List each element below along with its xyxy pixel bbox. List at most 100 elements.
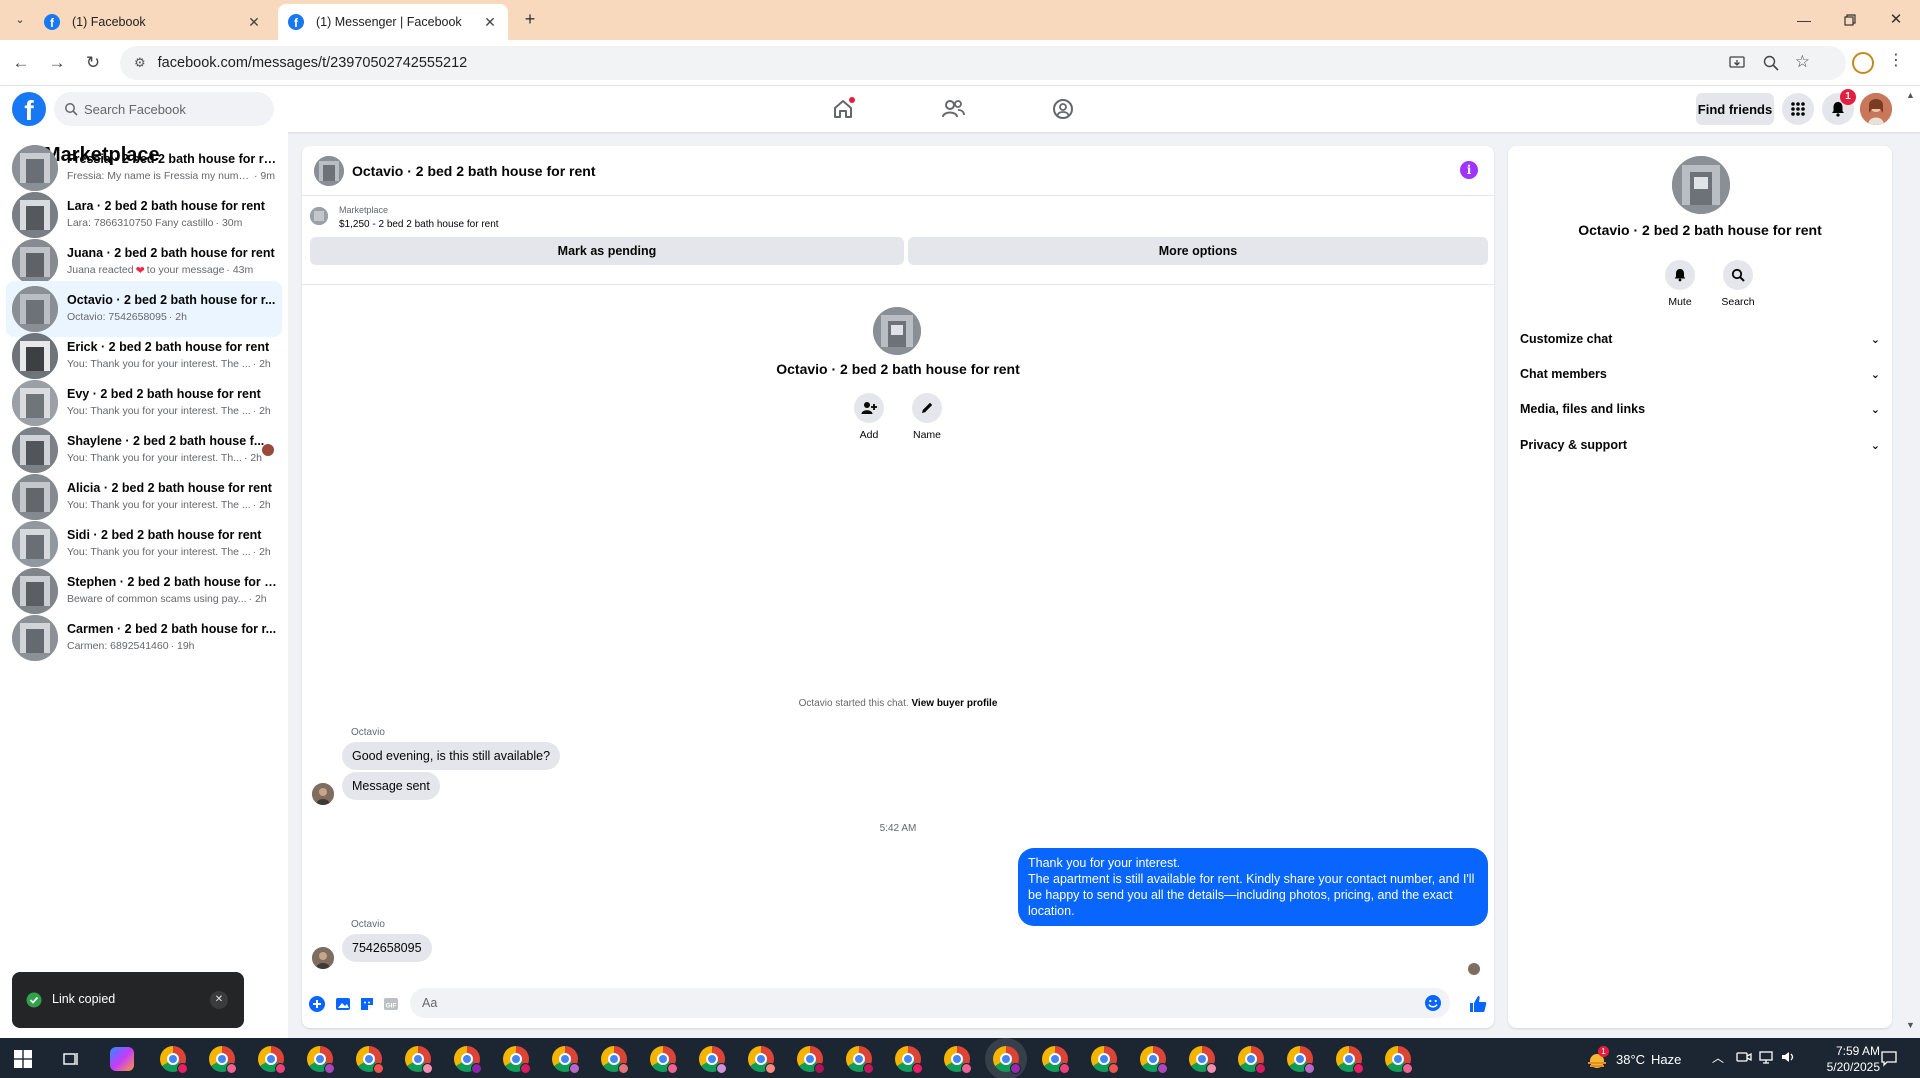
reload-icon[interactable]: ↻ xyxy=(82,52,104,74)
chrome-taskbar-icon[interactable] xyxy=(503,1046,531,1074)
browser-menu-icon[interactable]: ⋮ xyxy=(1888,50,1904,70)
intro-avatar[interactable] xyxy=(873,307,921,355)
photo-icon[interactable] xyxy=(334,995,352,1013)
menu-grid-button[interactable] xyxy=(1782,93,1814,125)
weather-desc: Haze xyxy=(1651,1051,1682,1067)
camera-indicator-icon[interactable] xyxy=(1736,1049,1752,1065)
page-scrollbar[interactable]: ▲ ▼ xyxy=(1904,90,1916,1030)
close-tab-icon[interactable]: ✕ xyxy=(482,14,498,31)
new-tab-icon[interactable]: + xyxy=(520,9,540,29)
friends-nav-icon[interactable] xyxy=(938,94,968,124)
bookmark-star-icon[interactable]: ☆ xyxy=(1795,52,1810,72)
chrome-taskbar-icon[interactable] xyxy=(258,1046,286,1074)
conversation-item[interactable]: Carmen · 2 bed 2 bath house for r... Carm… xyxy=(6,610,282,666)
chrome-taskbar-icon[interactable] xyxy=(895,1046,923,1074)
chrome-taskbar-icon[interactable] xyxy=(209,1046,237,1074)
chrome-taskbar-icon[interactable] xyxy=(160,1046,188,1074)
notifications-button[interactable]: 1 xyxy=(1822,89,1856,125)
clock[interactable]: 7:59 AM 5/20/2025 xyxy=(1800,1043,1880,1075)
sender-avatar[interactable] xyxy=(312,947,334,969)
weather-widget[interactable]: 1 38°C Haze xyxy=(1586,1046,1681,1072)
zoom-icon[interactable] xyxy=(1762,54,1780,72)
chat-members-section[interactable]: Chat members ⌄ xyxy=(1520,359,1880,389)
edit-name-button[interactable]: Name xyxy=(902,393,952,441)
chrome-taskbar-icon[interactable] xyxy=(1238,1046,1266,1074)
chat-avatar[interactable] xyxy=(314,156,344,186)
details-avatar[interactable] xyxy=(1672,156,1730,214)
chat-title[interactable]: Octavio · 2 bed 2 bath house for rent xyxy=(352,163,595,179)
more-options-button[interactable]: More options xyxy=(908,237,1488,265)
chrome-taskbar-icon[interactable] xyxy=(699,1046,727,1074)
groups-nav-icon[interactable] xyxy=(1048,94,1078,124)
back-icon[interactable]: ← xyxy=(10,52,32,74)
tab-messenger[interactable]: f (1) Messenger | Facebook ✕ xyxy=(278,4,508,40)
notification-center-icon[interactable] xyxy=(1880,1049,1898,1067)
listing-thumbnail[interactable] xyxy=(310,207,328,225)
outgoing-message[interactable]: Thank you for your interest. The apartme… xyxy=(1018,848,1488,926)
privacy-support-section[interactable]: Privacy & support ⌄ xyxy=(1520,430,1880,460)
emoji-icon[interactable] xyxy=(1424,994,1442,1012)
chrome-taskbar-icon[interactable] xyxy=(797,1046,825,1074)
chrome-taskbar-icon[interactable] xyxy=(1140,1046,1168,1074)
add-people-button[interactable]: Add xyxy=(844,393,894,441)
customize-chat-section[interactable]: Customize chat ⌄ xyxy=(1520,324,1880,354)
chrome-taskbar-icon[interactable] xyxy=(1287,1046,1315,1074)
site-info-icon[interactable]: ⚙ xyxy=(134,55,146,71)
listing-price-title[interactable]: $1,250 - 2 bed 2 bath house for rent xyxy=(339,219,499,230)
mute-button[interactable]: Mute xyxy=(1655,260,1705,308)
restore-window-icon[interactable] xyxy=(1838,8,1862,32)
chrome-taskbar-icon[interactable] xyxy=(993,1046,1021,1074)
more-actions-icon[interactable] xyxy=(308,995,326,1013)
home-nav-icon[interactable] xyxy=(828,94,858,124)
install-app-icon[interactable] xyxy=(1728,54,1746,72)
chrome-taskbar-icon[interactable] xyxy=(601,1046,629,1074)
chrome-taskbar-icon[interactable] xyxy=(356,1046,384,1074)
show-hidden-icons[interactable]: ︿ xyxy=(1712,1049,1724,1066)
account-avatar[interactable] xyxy=(1860,93,1892,125)
chrome-taskbar-icon[interactable] xyxy=(650,1046,678,1074)
task-view-icon[interactable] xyxy=(62,1050,80,1068)
minimize-window-icon[interactable]: — xyxy=(1792,8,1816,32)
chrome-taskbar-icon[interactable] xyxy=(454,1046,482,1074)
media-files-links-section[interactable]: Media, files and links ⌄ xyxy=(1520,394,1880,424)
sticker-icon[interactable] xyxy=(358,995,376,1013)
profile-icon[interactable] xyxy=(1852,52,1874,74)
tab-facebook[interactable]: f (1) Facebook ✕ xyxy=(34,4,272,40)
view-buyer-profile-link[interactable]: View buyer profile xyxy=(911,698,997,709)
chrome-taskbar-icon[interactable] xyxy=(552,1046,580,1074)
forward-icon[interactable]: → xyxy=(46,52,68,74)
incoming-message[interactable]: 7542658095 xyxy=(342,934,432,962)
chrome-taskbar-icon[interactable] xyxy=(1336,1046,1364,1074)
search-in-chat-button[interactable]: Search xyxy=(1713,260,1763,308)
chrome-taskbar-icon[interactable] xyxy=(1189,1046,1217,1074)
incoming-message[interactable]: Good evening, is this still available? xyxy=(342,742,561,770)
chrome-taskbar-icon[interactable] xyxy=(846,1046,874,1074)
chrome-taskbar-icon[interactable] xyxy=(1385,1046,1413,1074)
find-friends-button[interactable]: Find friends xyxy=(1696,93,1774,125)
volume-icon[interactable] xyxy=(1780,1049,1796,1065)
chrome-taskbar-icon[interactable] xyxy=(748,1046,776,1074)
gif-icon[interactable]: GIF xyxy=(382,995,400,1013)
message-input[interactable]: Aa xyxy=(410,988,1450,1018)
close-toast-button[interactable]: ✕ xyxy=(210,991,228,1009)
info-icon[interactable]: i xyxy=(1460,161,1478,179)
incoming-message[interactable]: Message sent xyxy=(342,772,440,800)
sender-avatar[interactable] xyxy=(312,783,334,805)
like-thumb-icon[interactable] xyxy=(1468,994,1488,1014)
facebook-logo-icon[interactable]: f xyxy=(12,92,46,126)
address-bar[interactable]: ⚙ facebook.com/messages/t/23970502742555… xyxy=(120,46,1846,80)
mark-as-pending-button[interactable]: Mark as pending xyxy=(310,237,904,265)
close-window-icon[interactable]: ✕ xyxy=(1884,8,1908,32)
chrome-taskbar-icon[interactable] xyxy=(1042,1046,1070,1074)
chrome-taskbar-icon[interactable] xyxy=(1091,1046,1119,1074)
conversation-snippet: You: Thank you for your interest. The ..… xyxy=(67,358,251,370)
tab-search-dropdown[interactable]: ⌄ xyxy=(10,10,30,30)
chrome-taskbar-icon[interactable] xyxy=(405,1046,433,1074)
chrome-taskbar-icon[interactable] xyxy=(307,1046,335,1074)
copilot-icon[interactable] xyxy=(110,1047,134,1071)
facebook-search-input[interactable]: Search Facebook xyxy=(54,92,274,126)
network-icon[interactable] xyxy=(1758,1049,1774,1065)
chrome-taskbar-icon[interactable] xyxy=(944,1046,972,1074)
close-tab-icon[interactable]: ✕ xyxy=(246,14,262,31)
windows-start-icon[interactable] xyxy=(14,1050,32,1068)
